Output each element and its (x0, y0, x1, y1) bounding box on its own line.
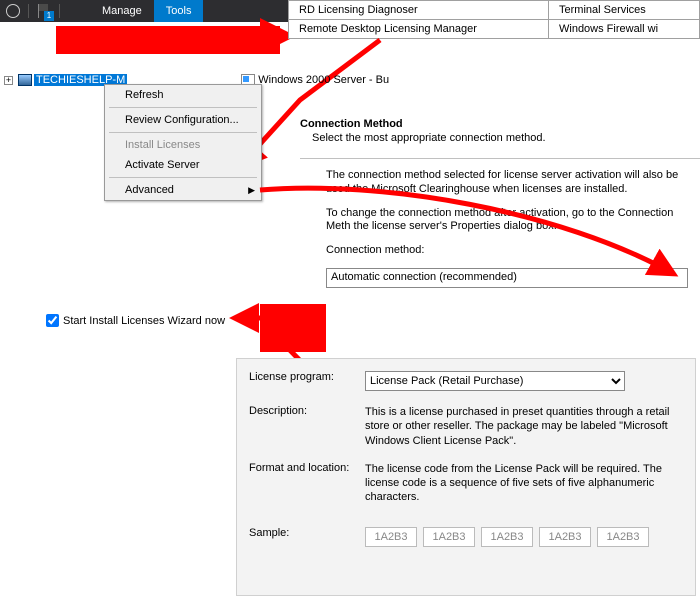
connection-method-label: Connection method: (326, 244, 700, 258)
ctx-review-configuration[interactable]: Review Configuration... (105, 110, 261, 130)
sample-box: 1A2B3 (423, 527, 475, 547)
menu-item-rd-licensing-manager[interactable]: Remote Desktop Licensing Manager (289, 20, 549, 39)
start-install-wizard-row: Start Install Licenses Wizard now (46, 314, 225, 327)
ctx-install-licenses: Install Licenses (105, 135, 261, 155)
divider (109, 107, 257, 108)
sample-box: 1A2B3 (481, 527, 533, 547)
wizard-text: The connection method selected for licen… (326, 169, 700, 197)
description-value: This is a license purchased in preset qu… (365, 405, 683, 448)
divider (28, 4, 29, 18)
menu-manage[interactable]: Manage (90, 0, 154, 22)
license-program-panel: License program: License Pack (Retail Pu… (236, 358, 696, 596)
format-location-value: The license code from the License Pack w… (365, 462, 683, 505)
menu-item-rd-diagnoser[interactable]: RD Licensing Diagnoser (289, 1, 549, 20)
tree-node-child[interactable]: Windows 2000 Server - Bu (258, 74, 389, 86)
sample-boxes: 1A2B3 1A2B3 1A2B3 1A2B3 1A2B3 (365, 527, 683, 547)
menu-item-terminal-services[interactable]: Terminal Services (549, 1, 700, 20)
sample-box: 1A2B3 (539, 527, 591, 547)
divider (109, 177, 257, 178)
license-program-select[interactable]: License Pack (Retail Purchase) (365, 371, 625, 391)
license-program-label: License program: (249, 371, 365, 391)
wizard-connection-method: Connection Method Select the most approp… (300, 118, 700, 288)
ctx-refresh[interactable]: Refresh (105, 85, 261, 105)
back-icon[interactable] (6, 4, 20, 18)
tools-submenu: RD Licensing Diagnoser Terminal Services… (288, 0, 700, 39)
divider (59, 4, 60, 18)
wizard-text: To change the connection method after ac… (326, 207, 700, 235)
sample-box: 1A2B3 (365, 527, 417, 547)
server-icon (18, 74, 32, 86)
description-label: Description: (249, 405, 365, 448)
divider (109, 132, 257, 133)
sample-label: Sample: (249, 527, 365, 547)
menu-tools[interactable]: Tools (154, 0, 204, 22)
wizard-title: Connection Method (300, 118, 700, 130)
chevron-right-icon: ▶ (248, 185, 255, 196)
start-install-wizard-label: Start Install Licenses Wizard now (63, 315, 225, 327)
connection-method-combo[interactable]: Automatic connection (recommended) (326, 268, 688, 288)
notifications-flag-icon[interactable]: 1 (35, 2, 53, 20)
annotation-block (260, 304, 326, 352)
menu-item-windows-firewall[interactable]: Windows Firewall wi (549, 20, 700, 39)
tree-expand-icon[interactable]: + (4, 76, 13, 85)
sample-box: 1A2B3 (597, 527, 649, 547)
format-location-label: Format and location: (249, 462, 365, 505)
ctx-activate-server[interactable]: Activate Server (105, 155, 261, 175)
wizard-subtitle: Select the most appropriate connection m… (312, 132, 700, 144)
ctx-advanced[interactable]: Advanced▶ (105, 180, 261, 200)
start-install-wizard-checkbox[interactable] (46, 314, 59, 327)
annotation-block (56, 26, 280, 54)
context-menu: Refresh Review Configuration... Install … (104, 84, 262, 201)
